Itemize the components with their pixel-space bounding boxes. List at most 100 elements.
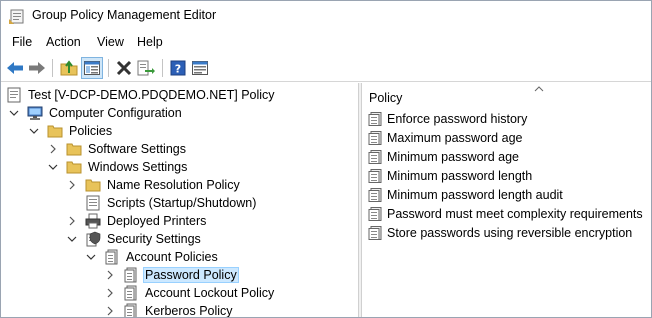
tree-item-windows-settings[interactable]: Windows Settings (48, 158, 189, 176)
tree-item-policies[interactable]: Policies (29, 122, 114, 140)
menu-file[interactable]: File (12, 35, 32, 49)
tree-label: Account Policies (126, 250, 218, 264)
chevron-right-icon[interactable] (67, 180, 77, 190)
details-pane: Policy Enforce password history Maximum … (362, 83, 651, 317)
tree-label: Windows Settings (88, 160, 188, 174)
tree-item-name-resolution-policy[interactable]: Name Resolution Policy (67, 176, 242, 194)
folder-icon (85, 177, 101, 193)
chevron-down-icon[interactable] (67, 234, 77, 244)
tree-label: Test [V-DCP-DEMO.PDQDEMO.NET] Policy (28, 88, 275, 102)
chevron-right-icon[interactable] (105, 270, 115, 280)
tree-item-account-policies[interactable]: Account Policies (86, 248, 220, 266)
window-title: Group Policy Management Editor (32, 8, 217, 22)
chevron-down-icon[interactable] (29, 126, 39, 136)
policy-item[interactable]: Maximum password age (368, 129, 522, 147)
up-one-level-button[interactable] (58, 57, 80, 79)
export-list-button[interactable] (135, 57, 157, 79)
chevron-right-icon[interactable] (105, 288, 115, 298)
delete-button[interactable] (113, 57, 135, 79)
back-button[interactable] (4, 57, 26, 79)
properties-icon (192, 61, 208, 75)
tree-item-account-lockout-policy[interactable]: Account Lockout Policy (105, 284, 276, 302)
console-tree: Test [V-DCP-DEMO.PDQDEMO.NET] Policy Com… (1, 83, 359, 318)
policy-setting-icon (368, 169, 382, 183)
policy-item[interactable]: Minimum password age (368, 148, 519, 166)
tree-item-scripts[interactable]: Scripts (Startup/Shutdown) (85, 194, 258, 212)
chevron-down-icon[interactable] (9, 108, 19, 118)
show-hide-tree-button[interactable] (81, 57, 103, 79)
tree-label: Name Resolution Policy (107, 178, 240, 192)
up-folder-icon (60, 60, 78, 76)
column-header-policy[interactable]: Policy (362, 83, 651, 109)
sort-ascending-icon (534, 83, 544, 95)
policy-document-icon (6, 87, 22, 103)
help-button[interactable]: ? (167, 57, 189, 79)
policy-setting-icon (368, 150, 382, 164)
tree-label: Software Settings (88, 142, 186, 156)
script-document-icon (85, 195, 101, 211)
policy-item[interactable]: Minimum password length audit (368, 186, 563, 204)
policy-item[interactable]: Password must meet complexity requiremen… (368, 205, 643, 223)
policy-label: Maximum password age (387, 131, 523, 145)
forward-button[interactable] (26, 57, 48, 79)
delete-icon (116, 60, 132, 76)
security-settings-icon (85, 231, 101, 247)
tree-label: Deployed Printers (107, 214, 207, 228)
tree-item-password-policy[interactable]: Password Policy (105, 266, 239, 284)
tree-item-computer-configuration[interactable]: Computer Configuration (9, 104, 184, 122)
toolbar-separator (108, 59, 109, 77)
policy-label: Password must meet complexity requiremen… (387, 207, 643, 221)
policy-container-icon (123, 303, 139, 317)
tree-label: Kerberos Policy (145, 304, 233, 318)
help-icon: ? (170, 60, 186, 76)
tree-label: Scripts (Startup/Shutdown) (107, 196, 257, 210)
folder-icon (66, 141, 82, 157)
properties-button[interactable] (189, 57, 211, 79)
policy-item[interactable]: Minimum password length (368, 167, 532, 185)
menu-action[interactable]: Action (46, 35, 81, 49)
chevron-right-icon[interactable] (48, 144, 58, 154)
menu-help[interactable]: Help (137, 35, 163, 49)
show-hide-tree-icon (84, 61, 100, 75)
chevron-right-icon[interactable] (105, 306, 115, 316)
chevron-down-icon[interactable] (86, 252, 96, 262)
policy-setting-icon (368, 188, 382, 202)
toolbar-separator (52, 59, 53, 77)
menu-view[interactable]: View (97, 35, 124, 49)
policy-item[interactable]: Store passwords using reversible encrypt… (368, 224, 632, 242)
computer-icon (27, 105, 43, 121)
column-header-label: Policy (369, 91, 403, 105)
policy-label: Minimum password age (387, 150, 519, 164)
policy-setting-icon (368, 131, 382, 145)
policy-label: Minimum password length (387, 169, 533, 183)
policy-container-icon (104, 249, 120, 265)
chevron-right-icon[interactable] (67, 216, 77, 226)
tree-label: Computer Configuration (49, 106, 182, 120)
folder-icon (66, 159, 82, 175)
policy-setting-icon (368, 226, 382, 240)
gpme-app-icon (9, 9, 25, 24)
back-icon (7, 62, 23, 74)
policy-label: Minimum password length audit (387, 188, 563, 202)
policy-setting-icon (368, 112, 382, 126)
toolbar-separator (162, 59, 163, 77)
policy-item[interactable]: Enforce password history (368, 110, 527, 128)
folder-icon (47, 123, 63, 139)
policy-setting-icon (368, 207, 382, 221)
tree-item-kerberos-policy[interactable]: Kerberos Policy (105, 302, 235, 318)
printer-icon (85, 213, 101, 229)
tree-item-software-settings[interactable]: Software Settings (48, 140, 188, 158)
title-bar: Group Policy Management Editor (1, 1, 651, 31)
tree-label: Account Lockout Policy (145, 286, 275, 300)
menu-bar: File Action View Help (1, 32, 651, 53)
tree-item-security-settings[interactable]: Security Settings (67, 230, 203, 248)
tree-label: Policies (69, 124, 113, 138)
policy-label: Store passwords using reversible encrypt… (387, 226, 633, 240)
tree-label: Security Settings (107, 232, 201, 246)
policy-container-icon (123, 285, 139, 301)
tree-item-root-policy[interactable]: Test [V-DCP-DEMO.PDQDEMO.NET] Policy (6, 86, 277, 104)
policy-container-icon (123, 267, 139, 283)
chevron-down-icon[interactable] (48, 162, 58, 172)
forward-icon (29, 62, 45, 74)
tree-item-deployed-printers[interactable]: Deployed Printers (67, 212, 208, 230)
